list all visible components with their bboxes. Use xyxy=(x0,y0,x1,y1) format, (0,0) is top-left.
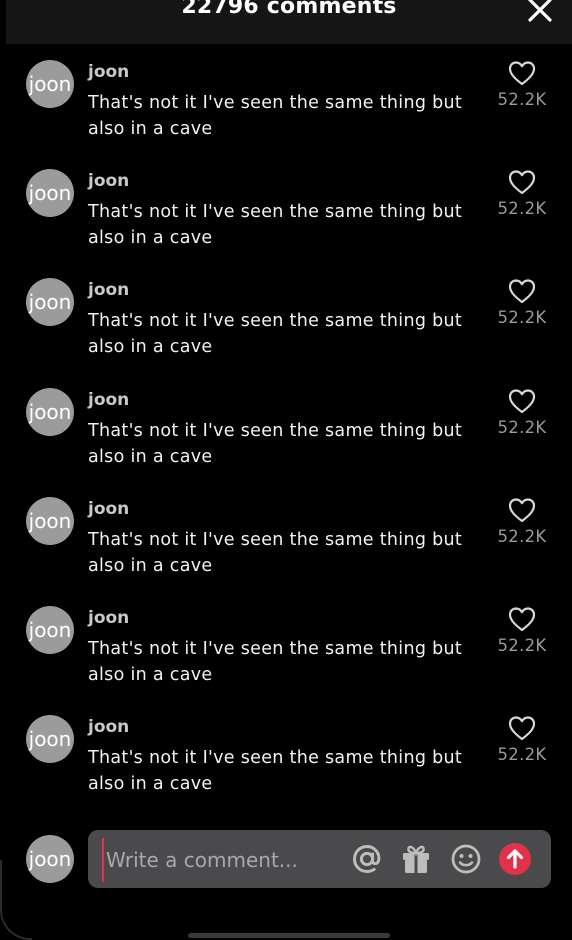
mention-icon[interactable] xyxy=(350,842,384,876)
heart-icon[interactable] xyxy=(508,606,536,632)
like-button[interactable]: 52.2K xyxy=(494,388,550,437)
like-button[interactable]: 52.2K xyxy=(494,497,550,546)
send-icon[interactable] xyxy=(498,842,532,876)
comment-text: That's not it I've seen the same thing b… xyxy=(88,202,463,249)
like-count: 52.2K xyxy=(497,199,547,219)
comment-list: joon joon That's not it I've seen the sa… xyxy=(0,58,572,822)
comment-text: That's not it I've seen the same thing b… xyxy=(88,420,463,467)
like-count: 52.2K xyxy=(497,526,547,546)
comment-text: That's not it I've seen the same thing b… xyxy=(88,748,463,795)
like-button[interactable]: 52.2K xyxy=(494,606,550,655)
comment-text: That's not it I've seen the same thing b… xyxy=(88,638,463,685)
screen-corner xyxy=(0,860,32,940)
comment-item: joon joon That's not it I've seen the sa… xyxy=(0,58,572,167)
heart-icon[interactable] xyxy=(508,278,536,304)
heart-icon[interactable] xyxy=(508,169,536,195)
like-button[interactable]: 52.2K xyxy=(494,278,550,327)
comment-item: joon joon That's not it I've seen the sa… xyxy=(0,276,572,385)
like-button[interactable]: 52.2K xyxy=(494,715,550,764)
comment-text: That's not it I've seen the same thing b… xyxy=(88,311,463,358)
avatar[interactable]: joon xyxy=(26,387,74,436)
heart-icon[interactable] xyxy=(508,715,536,741)
home-indicator[interactable] xyxy=(188,933,390,938)
comment-text: That's not it I've seen the same thing b… xyxy=(88,93,463,139)
emoji-icon[interactable] xyxy=(449,842,483,876)
comment-username[interactable]: joon xyxy=(88,62,129,82)
heart-icon[interactable] xyxy=(508,60,536,86)
avatar[interactable]: joon xyxy=(26,715,74,764)
comment-item: joon joon That's not it I've seen the sa… xyxy=(0,386,572,495)
gift-icon[interactable] xyxy=(399,842,433,876)
comment-item: joon joon That's not it I've seen the sa… xyxy=(0,604,572,713)
comment-item: joon joon That's not it I've seen the sa… xyxy=(0,167,572,276)
avatar[interactable]: joon xyxy=(26,605,74,654)
comment-item: joon joon That's not it I've seen the sa… xyxy=(0,495,572,604)
comment-username[interactable]: joon xyxy=(88,717,129,737)
avatar[interactable]: joon xyxy=(26,278,74,327)
comments-header: 22796 comments xyxy=(6,0,572,44)
like-count: 52.2K xyxy=(497,745,547,765)
avatar[interactable]: joon xyxy=(26,60,74,108)
comment-username[interactable]: joon xyxy=(88,499,129,519)
comments-count-title: 22796 comments xyxy=(181,0,397,19)
composer-avatar: joon xyxy=(26,835,74,883)
like-button[interactable]: 52.2K xyxy=(494,60,550,109)
comment-text: That's not it I've seen the same thing b… xyxy=(88,529,463,576)
like-count: 52.2K xyxy=(497,417,547,437)
comment-composer xyxy=(88,830,551,888)
comment-item: joon joon That's not it I've seen the sa… xyxy=(0,713,572,822)
like-count: 52.2K xyxy=(497,90,547,109)
comment-username[interactable]: joon xyxy=(88,171,129,191)
like-count: 52.2K xyxy=(497,635,547,655)
like-button[interactable]: 52.2K xyxy=(494,169,550,218)
heart-icon[interactable] xyxy=(508,388,536,414)
avatar[interactable]: joon xyxy=(26,169,74,218)
like-count: 52.2K xyxy=(497,308,547,328)
comment-username[interactable]: joon xyxy=(88,608,129,628)
heart-icon[interactable] xyxy=(508,497,536,523)
comment-username[interactable]: joon xyxy=(88,390,129,410)
comment-input[interactable] xyxy=(102,838,338,882)
avatar[interactable]: joon xyxy=(26,496,74,545)
comment-username[interactable]: joon xyxy=(88,280,129,300)
close-icon[interactable] xyxy=(526,0,554,24)
